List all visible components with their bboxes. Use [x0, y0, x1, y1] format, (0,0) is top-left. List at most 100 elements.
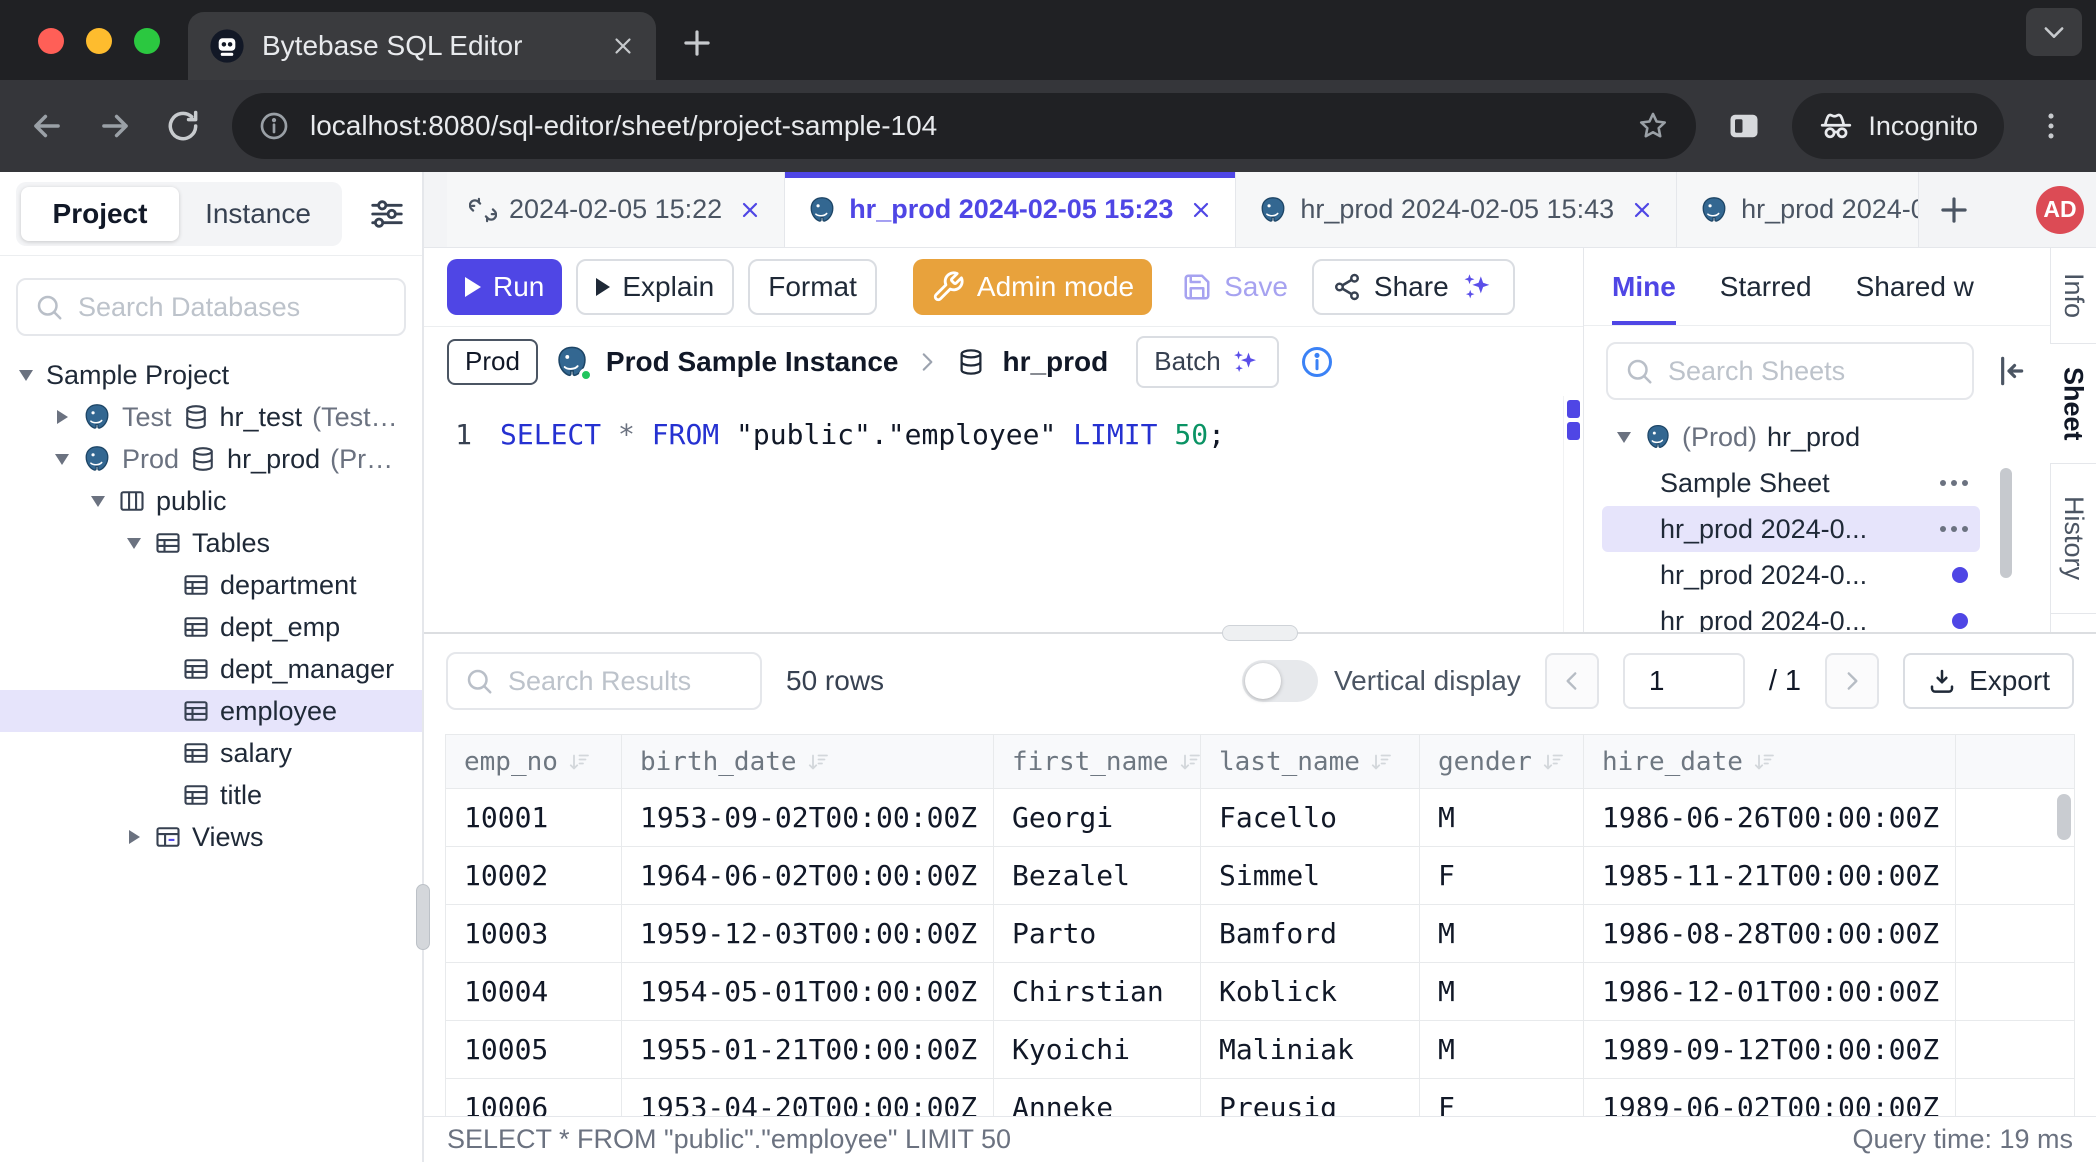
- tree-item-salary[interactable]: salary: [0, 732, 422, 774]
- table-cell[interactable]: 1959-12-03T00:00:00Z: [622, 905, 994, 963]
- next-page-button[interactable]: [1825, 653, 1879, 709]
- tree-item-hr_test[interactable]: Testhr_test(Test…: [0, 396, 422, 438]
- column-header[interactable]: gender: [1420, 735, 1584, 789]
- column-header[interactable]: emp_no: [446, 735, 622, 789]
- tree-item-dept_emp[interactable]: dept_emp: [0, 606, 422, 648]
- more-menu-icon[interactable]: [1940, 480, 1968, 486]
- table-cell[interactable]: Anneke: [994, 1079, 1201, 1117]
- table-cell[interactable]: Bezalel: [994, 847, 1201, 905]
- forward-icon[interactable]: [96, 107, 134, 145]
- table-cell[interactable]: 10006: [446, 1079, 622, 1117]
- tree-item-Views[interactable]: Views: [0, 816, 422, 858]
- table-cell[interactable]: Parto: [994, 905, 1201, 963]
- table-row[interactable]: 100051955-01-21T00:00:00ZKyoichiMaliniak…: [446, 1021, 2075, 1079]
- table-row[interactable]: 100011953-09-02T00:00:00ZGeorgiFacelloM1…: [446, 789, 2075, 847]
- table-cell[interactable]: Georgi: [994, 789, 1201, 847]
- rail-tab-info[interactable]: Info: [2050, 248, 2096, 344]
- sheet-group[interactable]: (Prod)hr_prod: [1602, 414, 1980, 460]
- database-search-input[interactable]: [78, 292, 388, 323]
- reload-icon[interactable]: [164, 107, 202, 145]
- rail-tab-sheet[interactable]: Sheet: [2050, 344, 2096, 464]
- table-cell[interactable]: 1953-09-02T00:00:00Z: [622, 789, 994, 847]
- chevron-down-icon[interactable]: [88, 496, 108, 507]
- table-cell[interactable]: M: [1420, 963, 1584, 1021]
- prev-page-button[interactable]: [1545, 653, 1599, 709]
- tab-starred[interactable]: Starred: [1720, 248, 1812, 325]
- table-cell[interactable]: 1989-09-12T00:00:00Z: [1584, 1021, 1956, 1079]
- back-icon[interactable]: [28, 107, 66, 145]
- table-cell[interactable]: F: [1420, 847, 1584, 905]
- table-cell[interactable]: 1954-05-01T00:00:00Z: [622, 963, 994, 1021]
- browser-tab[interactable]: Bytebase SQL Editor: [188, 12, 656, 80]
- more-menu-icon[interactable]: [1940, 526, 1968, 532]
- close-icon[interactable]: [1189, 198, 1213, 222]
- table-cell[interactable]: 10002: [446, 847, 622, 905]
- table-row[interactable]: 100041954-05-01T00:00:00ZChirstianKoblic…: [446, 963, 2075, 1021]
- sheet-item[interactable]: hr_prod 2024-0...: [1602, 598, 1980, 632]
- table-cell[interactable]: 1964-06-02T00:00:00Z: [622, 847, 994, 905]
- table-cell[interactable]: Bamford: [1201, 905, 1420, 963]
- batch-button[interactable]: Batch: [1136, 336, 1279, 388]
- table-cell[interactable]: Facello: [1201, 789, 1420, 847]
- database-name[interactable]: hr_prod: [1002, 346, 1108, 378]
- side-panel-icon[interactable]: [1726, 108, 1762, 144]
- tab-instance[interactable]: Instance: [179, 187, 337, 241]
- table-cell[interactable]: 1986-12-01T00:00:00Z: [1584, 963, 1956, 1021]
- tree-item-Sample Project[interactable]: Sample Project: [0, 354, 422, 396]
- table-cell[interactable]: Kyoichi: [994, 1021, 1201, 1079]
- sheet-list-scrollbar[interactable]: [2000, 468, 2012, 578]
- sheet-search-box[interactable]: [1606, 342, 1974, 400]
- sheet-search-input[interactable]: [1668, 356, 1956, 387]
- window-zoom-button[interactable]: [134, 28, 160, 54]
- run-button[interactable]: Run: [447, 259, 562, 315]
- chevron-down-icon[interactable]: [1614, 432, 1634, 443]
- table-cell[interactable]: Preusig: [1201, 1079, 1420, 1117]
- browser-menu-icon[interactable]: [2034, 109, 2068, 143]
- new-browser-tab-button[interactable]: [678, 24, 716, 62]
- table-cell[interactable]: 10005: [446, 1021, 622, 1079]
- tab-overview-button[interactable]: [2026, 8, 2082, 56]
- filter-settings-icon[interactable]: [368, 195, 406, 233]
- tree-item-hr_prod[interactable]: Prodhr_prod(Pr…: [0, 438, 422, 480]
- table-cell[interactable]: M: [1420, 905, 1584, 963]
- table-cell[interactable]: 10001: [446, 789, 622, 847]
- table-cell[interactable]: M: [1420, 1021, 1584, 1079]
- results-search-box[interactable]: [446, 652, 762, 710]
- table-scrollbar[interactable]: [2057, 794, 2071, 840]
- sql-editor[interactable]: 1 SELECT * FROM "public"."employee" LIMI…: [424, 396, 1583, 632]
- panel-resize-handle[interactable]: [1222, 625, 1298, 641]
- table-cell[interactable]: 1955-01-21T00:00:00Z: [622, 1021, 994, 1079]
- ai-sparkle-icon[interactable]: [1461, 270, 1495, 304]
- address-bar[interactable]: localhost:8080/sql-editor/sheet/project-…: [232, 93, 1696, 159]
- tree-item-Tables[interactable]: Tables: [0, 522, 422, 564]
- editor-sheet-tab[interactable]: hr_prod 2024-02-05 15:43: [1236, 172, 1677, 247]
- table-cell[interactable]: Simmel: [1201, 847, 1420, 905]
- table-cell[interactable]: Maliniak: [1201, 1021, 1420, 1079]
- tab-shared-with-me[interactable]: Shared w: [1856, 248, 1974, 325]
- table-cell[interactable]: 1985-11-21T00:00:00Z: [1584, 847, 1956, 905]
- window-minimize-button[interactable]: [86, 28, 112, 54]
- column-header[interactable]: hire_date: [1584, 735, 1956, 789]
- tree-item-department[interactable]: department: [0, 564, 422, 606]
- chevron-right-icon[interactable]: [52, 410, 72, 424]
- table-cell[interactable]: 10004: [446, 963, 622, 1021]
- collapse-panel-icon[interactable]: [1990, 352, 2028, 390]
- editor-sheet-tab[interactable]: 2024-02-05 15:22: [447, 172, 785, 247]
- share-button[interactable]: Share: [1312, 259, 1515, 315]
- table-cell[interactable]: Koblick: [1201, 963, 1420, 1021]
- table-row[interactable]: 100021964-06-02T00:00:00ZBezalelSimmelF1…: [446, 847, 2075, 905]
- editor-sheet-tab[interactable]: hr_prod 2024-02-05 15:23: [785, 172, 1236, 247]
- table-cell[interactable]: 1986-08-28T00:00:00Z: [1584, 905, 1956, 963]
- column-header[interactable]: first_name: [994, 735, 1201, 789]
- database-search-box[interactable]: [16, 278, 406, 336]
- sidebar-resize-handle[interactable]: [416, 884, 430, 950]
- column-header[interactable]: birth_date: [622, 735, 994, 789]
- explain-button[interactable]: Explain: [576, 259, 734, 315]
- tree-item-dept_manager[interactable]: dept_manager: [0, 648, 422, 690]
- tab-mine[interactable]: Mine: [1612, 248, 1676, 325]
- bookmark-star-icon[interactable]: [1636, 109, 1670, 143]
- window-close-button[interactable]: [38, 28, 64, 54]
- chevron-down-icon[interactable]: [16, 370, 36, 381]
- table-cell[interactable]: 1986-06-26T00:00:00Z: [1584, 789, 1956, 847]
- table-row[interactable]: 100031959-12-03T00:00:00ZPartoBamfordM19…: [446, 905, 2075, 963]
